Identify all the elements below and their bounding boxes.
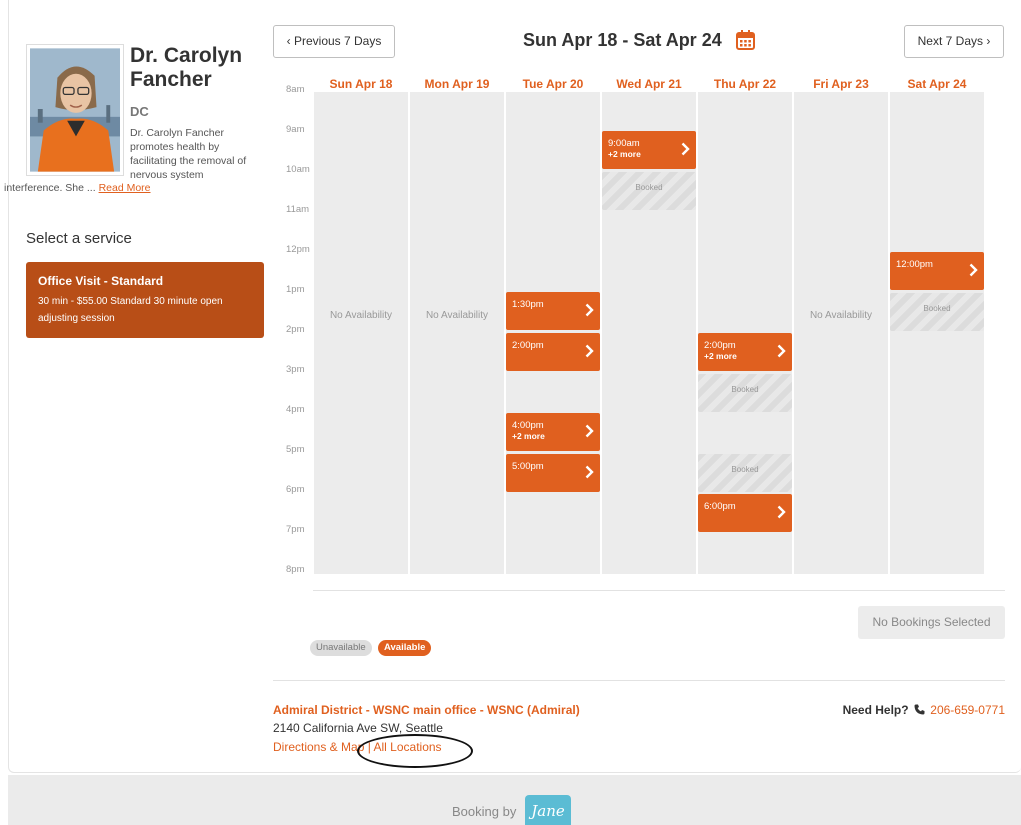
provider-bio-tail: interference. She ...: [4, 182, 96, 194]
select-service-heading: Select a service: [26, 230, 132, 247]
day-column-sun: [314, 92, 408, 574]
service-name: Office Visit - Standard: [38, 274, 164, 288]
slot-thu-6-00pm[interactable]: 6:00pm: [698, 494, 792, 532]
chevron-right-icon: ›: [986, 34, 991, 48]
day-column-sat: [890, 92, 984, 574]
chevron-right-icon: [777, 344, 786, 358]
time-label: 12pm: [286, 244, 310, 255]
slot-tue-2-00pm[interactable]: 2:00pm: [506, 333, 600, 371]
next-7-days-button[interactable]: Next 7 Days ›: [904, 25, 1004, 58]
slot-time: 6:00pm: [704, 501, 736, 512]
no-bookings-selected-button[interactable]: No Bookings Selected: [858, 606, 1005, 639]
chevron-right-icon: [585, 465, 594, 479]
day-column-mon: [410, 92, 504, 574]
slot-more: +2 more: [704, 351, 737, 361]
time-label: 5pm: [286, 444, 305, 455]
day-header-tue: Tue Apr 20: [522, 77, 584, 91]
legend-available: Available: [378, 640, 432, 656]
slot-more: +2 more: [608, 149, 641, 159]
slot-tue-4-00pm[interactable]: 4:00pm +2 more: [506, 413, 600, 451]
time-label: 11am: [286, 204, 310, 215]
time-label: 8pm: [286, 564, 305, 575]
chevron-left-icon: ‹: [286, 34, 291, 48]
booked-slot-thu-2: Booked: [698, 454, 792, 492]
slot-wed-9-00am[interactable]: 9:00am +2 more: [602, 131, 696, 169]
day-header-thu: Thu Apr 22: [713, 77, 777, 91]
slot-tue-5-00pm[interactable]: 5:00pm: [506, 454, 600, 492]
location-name: Admiral District - WSNC main office - WS…: [273, 703, 580, 717]
next-7-days-label: Next 7 Days: [917, 34, 983, 48]
legend-unavailable: Unavailable: [310, 640, 372, 656]
booked-label: Booked: [731, 465, 759, 474]
time-label: 2pm: [286, 324, 305, 335]
need-help: Need Help? 206-659-0771: [843, 703, 1005, 717]
day-header-sun: Sun Apr 18: [329, 77, 393, 91]
time-label: 4pm: [286, 404, 305, 415]
no-availability-mon: No Availability: [425, 310, 489, 321]
booked-label: Booked: [731, 385, 759, 394]
slot-thu-2-00pm[interactable]: 2:00pm +2 more: [698, 333, 792, 371]
jane-logo[interactable]: Jane: [525, 795, 571, 825]
no-availability-fri: No Availability: [809, 310, 873, 321]
need-help-label: Need Help?: [842, 703, 909, 717]
all-locations-link[interactable]: All Locations: [374, 740, 442, 754]
day-header-sat: Sat Apr 24: [907, 77, 967, 91]
booked-slot-wed: Booked: [602, 172, 696, 210]
calendar-bottom-line: [313, 590, 1005, 591]
slot-time: 12:00pm: [896, 259, 933, 270]
slot-sat-12-00pm[interactable]: 12:00pm: [890, 252, 984, 290]
slot-time: 1:30pm: [512, 299, 544, 310]
provider-bio: Dr. Carolyn Fancher promotes health by f…: [130, 127, 247, 181]
provider-bio-continued: interference. She ... Read More: [4, 182, 151, 194]
slot-tue-1-30pm[interactable]: 1:30pm: [506, 292, 600, 330]
time-label: 8am: [286, 84, 305, 95]
service-description: 30 min - $55.00 Standard 30 minute open …: [38, 296, 223, 324]
calendar-icon[interactable]: [736, 30, 755, 50]
link-separator: |: [364, 740, 374, 754]
chevron-right-icon: [585, 344, 594, 358]
slot-time: 4:00pm: [512, 420, 544, 431]
booked-label: Booked: [923, 304, 951, 313]
previous-7-days-label: Previous 7 Days: [293, 34, 382, 48]
location-address: 2140 California Ave SW, Seattle: [273, 721, 443, 735]
slot-time: 5:00pm: [512, 461, 544, 472]
booked-slot-thu-1: Booked: [698, 374, 792, 412]
date-range-title: Sun Apr 18 - Sat Apr 24: [523, 30, 722, 50]
provider-credentials: DC: [130, 104, 149, 119]
slot-time: 2:00pm: [512, 340, 544, 351]
time-label: 3pm: [286, 364, 305, 375]
previous-7-days-button[interactable]: ‹ Previous 7 Days: [273, 25, 395, 58]
slot-more: +2 more: [512, 431, 545, 441]
provider-photo: [30, 48, 120, 172]
chevron-right-icon: [585, 424, 594, 438]
day-header-fri: Fri Apr 23: [813, 77, 869, 91]
booked-label: Booked: [635, 183, 663, 192]
help-phone-link[interactable]: 206-659-0771: [930, 703, 1005, 717]
day-header-mon: Mon Apr 19: [424, 77, 490, 91]
time-label: 1pm: [286, 284, 305, 295]
service-office-visit-standard[interactable]: Office Visit - Standard 30 min - $55.00 …: [26, 262, 264, 338]
no-availability-sun: No Availability: [329, 310, 393, 321]
read-more-link[interactable]: Read More: [99, 182, 151, 194]
day-column-fri: [794, 92, 888, 574]
directions-map-link[interactable]: Directions & Map: [273, 740, 364, 754]
time-label: 6pm: [286, 484, 305, 495]
location-links: Directions & Map | All Locations: [273, 740, 442, 754]
chevron-right-icon: [681, 142, 690, 156]
slot-time: 9:00am: [608, 138, 640, 149]
provider-avatar: [26, 44, 124, 176]
booked-slot-sat: Booked: [890, 293, 984, 331]
chevron-right-icon: [969, 263, 978, 277]
time-label: 9am: [286, 124, 305, 135]
booking-by-label: Booking by: [452, 804, 517, 819]
slot-time: 2:00pm: [704, 340, 736, 351]
day-header-wed: Wed Apr 21: [616, 77, 682, 91]
phone-icon: [914, 704, 925, 715]
time-label: 10am: [286, 164, 310, 175]
chevron-right-icon: [585, 303, 594, 317]
section-divider: [273, 680, 1005, 681]
provider-name: Dr. Carolyn Fancher: [130, 44, 243, 91]
time-label: 7pm: [286, 524, 305, 535]
chevron-right-icon: [777, 505, 786, 519]
